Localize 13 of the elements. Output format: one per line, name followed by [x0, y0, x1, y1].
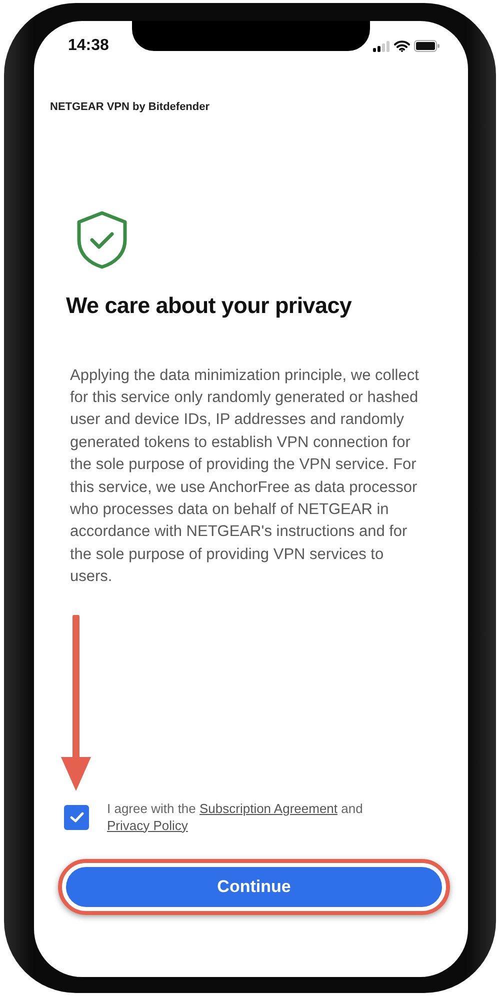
- app-title: NETGEAR VPN by Bitdefender: [50, 100, 211, 115]
- wifi-icon: [394, 40, 410, 52]
- heading: We care about your privacy: [66, 292, 353, 318]
- battery-icon: [414, 40, 440, 52]
- privacy-paragraph: Applying the data minimization principle, we collect for this service only randomly generated or hashed user and device IDs, IP addresses and randomly generated tokens to establish VPN connection for the sole purpose of providing the VPN service. For this service, we use AnchorFree as data processor who processes data on behalf of NETGEAR in accordance with NETGEAR's instructions and for the sole purpose of providing VPN services to users.: [70, 366, 420, 588]
- agreement-text: I agree with the Subscription Agreement and Privacy Policy: [107, 801, 364, 834]
- agreement-link[interactable]: Privacy Policy: [107, 818, 188, 832]
- shield-check-icon: [76, 210, 128, 270]
- signal-icon: [373, 40, 390, 52]
- agree-checkbox[interactable]: [64, 805, 89, 830]
- clock: 14:38: [68, 36, 109, 56]
- continue-button[interactable]: Continue: [66, 867, 442, 907]
- agreement-link[interactable]: Subscription Agreement: [200, 801, 338, 816]
